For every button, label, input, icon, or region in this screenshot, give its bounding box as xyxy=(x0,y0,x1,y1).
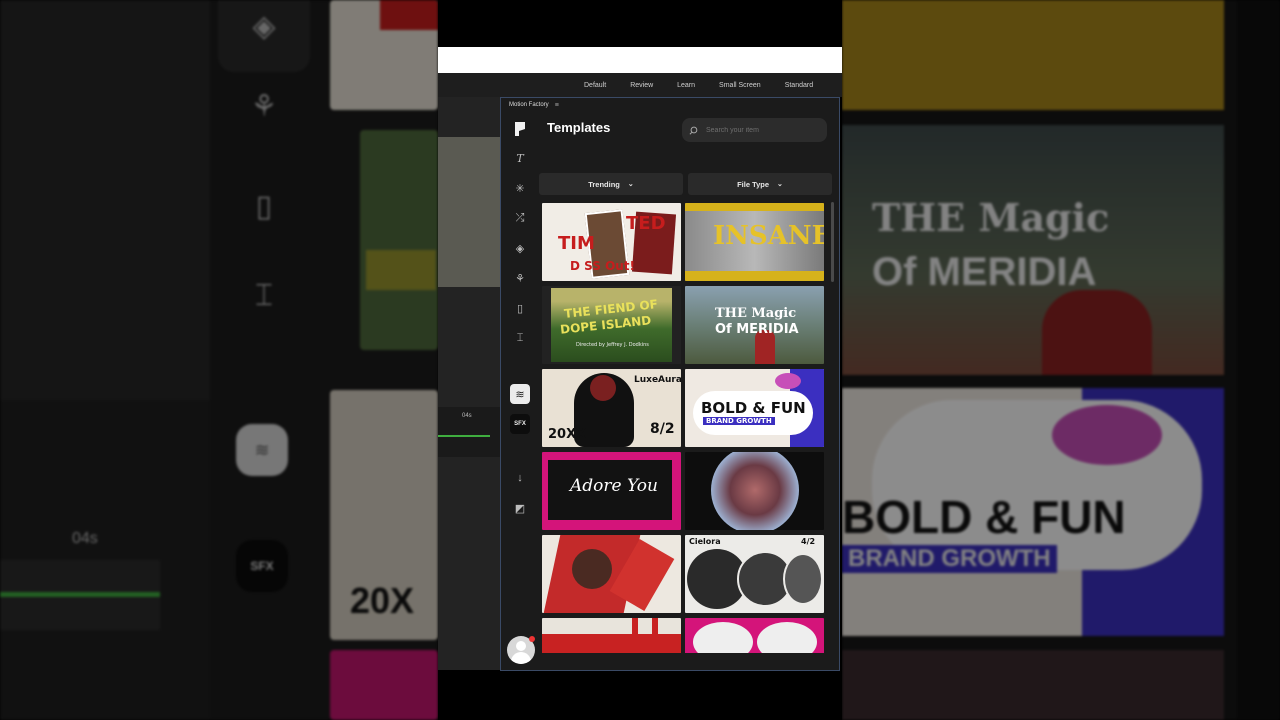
video-frame: 04s ◈ ⚘ ▯ ⌶ ≋ SFX 20X THE Magic Of MERID… xyxy=(0,0,1280,720)
template-title: Adore You xyxy=(570,476,658,496)
bg-phone-icon: ▯ xyxy=(255,189,273,223)
template-card-insane[interactable]: INSANE xyxy=(685,203,824,281)
timeline-time-label: 04s xyxy=(462,413,472,419)
search-box[interactable] xyxy=(682,118,827,142)
workspace-tab-standard[interactable]: Standard xyxy=(785,82,813,89)
template-card-adore-you[interactable]: Adore You xyxy=(542,452,681,530)
trending-label: Trending xyxy=(588,179,620,189)
template-title: THE Magic xyxy=(715,306,797,321)
template-brand: Cielora xyxy=(689,537,721,546)
file-type-label: File Type xyxy=(737,179,770,189)
ae-viewer xyxy=(438,137,500,287)
bookmark-icon[interactable]: ◩ xyxy=(510,498,530,518)
network-icon[interactable]: ⚘ xyxy=(510,268,530,288)
text-icon[interactable]: T xyxy=(510,148,530,168)
grid-scrollbar[interactable] xyxy=(831,202,834,282)
workspace-tab-small-screen[interactable]: Small Screen xyxy=(719,82,761,89)
bg-title-line1: THE Magic xyxy=(872,195,1110,240)
bg-audio-icon: ≋ xyxy=(236,424,288,476)
template-subtitle: BRAND GROWTH xyxy=(703,417,775,425)
template-card-fiend-of-dope-island[interactable]: THE FIEND OF DOPE ISLAND Directed by Jef… xyxy=(542,286,681,364)
chevron-down-icon: ⌄ xyxy=(627,181,634,188)
side-rail: T ✳ ⤮ ◈ ⚘ ▯ ⌶ ≋ SFX ↓ ◩ xyxy=(501,112,539,670)
bg-title-line2: Of MERIDIA xyxy=(872,250,1097,294)
template-title: Of MERIDIA xyxy=(715,322,799,337)
logo-icon[interactable] xyxy=(513,120,527,138)
template-title: BOLD & FUN xyxy=(701,399,806,417)
template-subtitle: D SS Out! xyxy=(570,259,636,273)
search-icon xyxy=(689,126,698,135)
workspace-tab-default[interactable]: Default xyxy=(584,82,606,89)
template-title: TIM xyxy=(558,233,595,254)
bg-bold-fun: BOLD & FUN xyxy=(842,491,1126,543)
shuffle-icon[interactable]: ⤮ xyxy=(510,208,530,228)
template-date: 8/2 xyxy=(650,421,675,437)
background-right: THE Magic Of MERIDIA BOLD & FUN BRAND GR… xyxy=(842,0,1280,720)
top-white-bar xyxy=(438,47,842,73)
bg-brand-growth: BRAND GROWTH xyxy=(842,545,1057,573)
search-input[interactable] xyxy=(706,126,816,134)
template-title: TED xyxy=(626,213,666,234)
template-brand: LuxeAura xyxy=(634,375,681,385)
sfx-icon[interactable]: SFX xyxy=(510,414,530,434)
workspace-bar: Default Review Learn Small Screen Standa… xyxy=(438,73,842,97)
template-credits: Directed by Jeffrey J. Dodkins xyxy=(576,342,649,348)
template-date: 4/2 xyxy=(801,537,816,546)
template-card-red-cutout[interactable] xyxy=(542,535,681,613)
background-left: 04s ◈ ⚘ ▯ ⌶ ≋ SFX 20X xyxy=(0,0,438,720)
template-year: 20XX xyxy=(548,427,587,442)
workspace-tab-learn[interactable]: Learn xyxy=(677,82,695,89)
trending-dropdown[interactable]: Trending ⌄ xyxy=(539,173,683,195)
layers-icon[interactable]: ◈ xyxy=(510,238,530,258)
phone-icon[interactable]: ▯ xyxy=(510,298,530,318)
template-card-portrait-lens[interactable] xyxy=(685,452,824,530)
bg-caption-icon: ⌶ xyxy=(255,279,273,312)
bg-network-icon: ⚘ xyxy=(250,89,278,123)
bg-time-label: 04s xyxy=(72,530,98,547)
motion-factory-panel: Motion Factory ≡ T ✳ ⤮ ◈ ⚘ ▯ ⌶ ≋ SFX ↓ ◩ xyxy=(500,97,840,671)
template-grid: TED TIM D SS Out! INSANE THE FIEND OF DO… xyxy=(542,203,826,653)
template-card-cielora[interactable]: Cielora 4/2 xyxy=(685,535,824,613)
file-type-dropdown[interactable]: File Type ⌄ xyxy=(688,173,832,195)
template-card-pink-circles[interactable] xyxy=(685,618,824,653)
template-card-bold-and-fun[interactable]: BOLD & FUN BRAND GROWTH xyxy=(685,369,824,447)
bg-sfx-icon: SFX xyxy=(236,540,288,592)
sparkle-icon[interactable]: ✳ xyxy=(510,178,530,198)
template-card-red-stripes[interactable] xyxy=(542,618,681,653)
screen-recording: Default Review Learn Small Screen Standa… xyxy=(438,0,842,720)
page-title: Templates xyxy=(547,120,611,135)
ae-left-panel: 04s xyxy=(438,97,500,670)
template-title: INSANE xyxy=(713,221,824,251)
panel-header-label: Motion Factory xyxy=(509,102,549,108)
audio-icon[interactable]: ≋ xyxy=(510,384,530,404)
panel-menu-icon[interactable]: ≡ xyxy=(555,102,559,109)
download-icon[interactable]: ↓ xyxy=(510,468,530,488)
notification-dot xyxy=(529,636,535,642)
bg-20xx-label: 20X xyxy=(350,580,415,621)
caption-icon[interactable]: ⌶ xyxy=(510,328,530,348)
chevron-down-icon: ⌄ xyxy=(777,181,783,188)
template-card-ted-tiffer[interactable]: TED TIM D SS Out! xyxy=(542,203,681,281)
panel-header: Motion Factory ≡ xyxy=(501,98,839,112)
ae-timeline: 04s xyxy=(438,407,500,457)
workspace-tab-review[interactable]: Review xyxy=(630,82,653,89)
template-card-magic-of-meridia[interactable]: THE Magic Of MERIDIA xyxy=(685,286,824,364)
template-card-luxeaura[interactable]: LuxeAura 20XX 8/2 xyxy=(542,369,681,447)
